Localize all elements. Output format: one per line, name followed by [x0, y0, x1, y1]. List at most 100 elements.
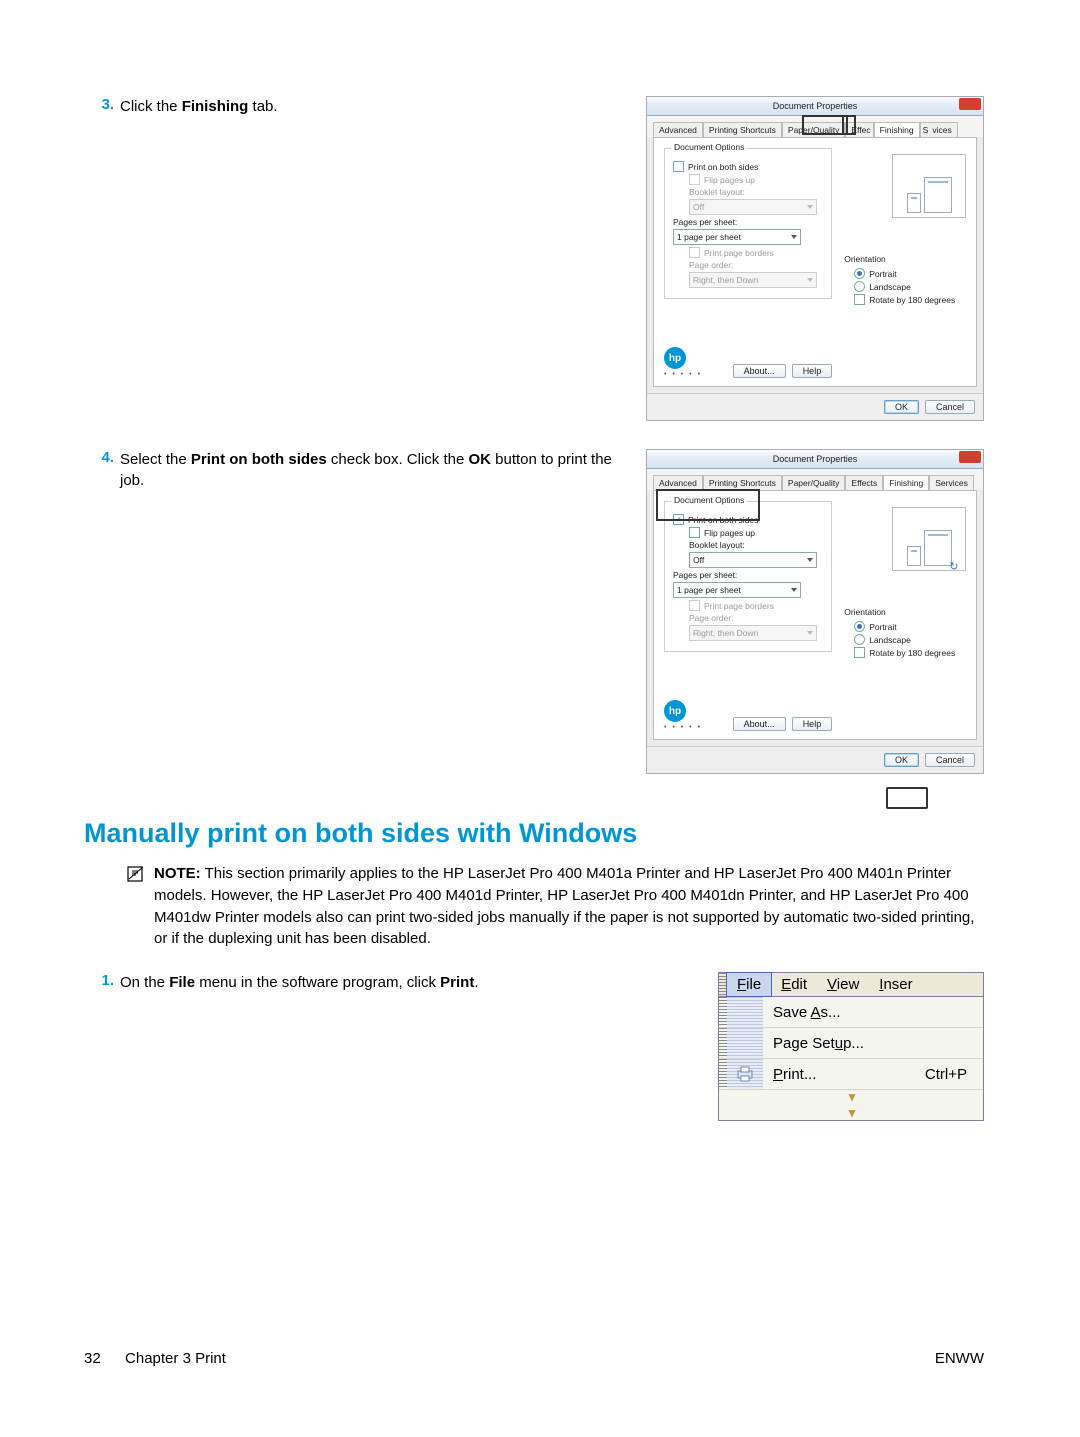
flip-pages-up-checkbox: Flip pages up [689, 174, 823, 185]
page-order-label: Page order: [689, 613, 823, 623]
menu-edit[interactable]: Edit [771, 973, 817, 996]
label: Flip pages up [704, 528, 755, 538]
booklet-layout-label: Booklet layout: [689, 540, 823, 550]
note-body: This section primarily applies to the HP… [154, 865, 974, 947]
t: Print [440, 974, 474, 991]
orientation-label: Orientation [844, 607, 966, 617]
chapter-label: Chapter 3 Print [125, 1350, 226, 1367]
tab-printing-shortcuts[interactable]: Printing Shortcuts [703, 475, 782, 490]
tab-paper-quality[interactable]: Paper/Quality [782, 475, 846, 490]
menu-item-save-as[interactable]: Save As... [719, 997, 983, 1028]
t: Click the [120, 98, 182, 115]
about-button[interactable]: About... [733, 717, 786, 731]
tab-services[interactable]: Services [929, 475, 974, 490]
cancel-button[interactable]: Cancel [925, 753, 975, 767]
landscape-radio[interactable]: Landscape [854, 281, 966, 292]
booklet-layout-combo: Off [689, 199, 817, 215]
chevron-down-icon: ▾▾ [849, 1089, 854, 1121]
screenshot-print-both-sides: Document Properties Advanced Printing Sh… [646, 449, 984, 774]
step-1: 1. On the File menu in the software prog… [84, 972, 984, 1121]
t: On the [120, 974, 169, 991]
label: Print page borders [704, 248, 774, 258]
print-page-borders-checkbox: Print page borders [689, 600, 823, 611]
grip-icon [719, 1059, 727, 1089]
document-properties-dialog: Document Properties Advanced Printing Sh… [646, 96, 984, 421]
menu-view[interactable]: View [817, 973, 869, 996]
note-block: NOTE: This section primarily applies to … [126, 863, 984, 950]
print-both-sides-checkbox[interactable]: Print on both sides [673, 514, 823, 525]
group-title: Document Options [671, 142, 747, 152]
label: Flip pages up [704, 175, 755, 185]
page-order-combo: Right, then Down [689, 625, 817, 641]
pages-per-sheet-combo[interactable]: 1 page per sheet [673, 229, 801, 245]
tab-effects[interactable]: Effec [845, 122, 873, 137]
dialog-body: Document Options Print on both sides Fli… [653, 137, 977, 387]
booklet-layout-label: Booklet layout: [689, 187, 823, 197]
callout-box [886, 787, 928, 809]
menu-insert[interactable]: Inser [869, 973, 922, 996]
label: Portrait [869, 622, 896, 632]
dialog-title: Document Properties [773, 101, 858, 111]
help-button[interactable]: Help [792, 364, 833, 378]
label: Rotate by 180 degrees [869, 648, 955, 658]
page-footer: 32 Chapter 3 Print ENWW [84, 1350, 984, 1367]
tab-finishing[interactable]: Finishing [874, 122, 920, 137]
page-order-label: Page order: [689, 260, 823, 270]
label: Print on both sides [688, 162, 758, 172]
label: Landscape [869, 282, 911, 292]
tab-printing-shortcuts[interactable]: Printing Shortcuts [703, 122, 782, 137]
hp-logo-icon: hp [664, 700, 686, 722]
menu-file[interactable]: File [726, 972, 772, 997]
pages-per-sheet-combo[interactable]: 1 page per sheet [673, 582, 801, 598]
rotate-180-checkbox[interactable]: Rotate by 180 degrees [854, 647, 966, 658]
print-both-sides-checkbox[interactable]: Print on both sides [673, 161, 823, 172]
footer-right: ENWW [935, 1350, 984, 1367]
hp-logo-icon: hp [664, 347, 686, 369]
t: Select the [120, 451, 191, 468]
close-icon[interactable] [959, 98, 981, 110]
tab-advanced[interactable]: Advanced [653, 475, 703, 490]
screenshot-file-menu: File Edit View Inser Save As... Page Set… [718, 972, 984, 1121]
step-number: 3. [84, 96, 120, 113]
page-number: 32 [84, 1350, 101, 1367]
portrait-radio[interactable]: Portrait [854, 621, 966, 632]
menu-item-page-setup[interactable]: Page Setup... [719, 1028, 983, 1059]
tab-paper-quality[interactable]: Paper/Quality [782, 122, 846, 137]
print-page-borders-checkbox: Print page borders [689, 247, 823, 258]
dialog-body: Document Options Print on both sides Fli… [653, 490, 977, 740]
about-button[interactable]: About... [733, 364, 786, 378]
t: Print on both sides [191, 451, 327, 468]
tab-advanced[interactable]: Advanced [653, 122, 703, 137]
dialog-tabs: Advanced Printing Shortcuts Paper/Qualit… [647, 116, 983, 137]
page-preview-icon [892, 507, 966, 571]
blank-icon [727, 1028, 763, 1058]
booklet-layout-combo[interactable]: Off [689, 552, 817, 568]
document-properties-dialog: Document Properties Advanced Printing Sh… [646, 449, 984, 774]
tab-finishing[interactable]: Finishing [883, 475, 929, 490]
close-icon[interactable] [959, 451, 981, 463]
cancel-button[interactable]: Cancel [925, 400, 975, 414]
help-button[interactable]: Help [792, 717, 833, 731]
ok-button[interactable]: OK [884, 753, 919, 767]
tab-services[interactable]: Svices [920, 122, 958, 137]
dialog-footer: OK Cancel [647, 746, 983, 773]
portrait-radio[interactable]: Portrait [854, 268, 966, 279]
menu-expand[interactable]: ▾▾ [719, 1090, 983, 1120]
landscape-radio[interactable]: Landscape [854, 634, 966, 645]
section-heading: Manually print on both sides with Window… [84, 818, 984, 849]
printer-icon [727, 1059, 763, 1089]
t: tab. [248, 98, 277, 115]
step-text: Select the Print on both sides check box… [120, 449, 646, 491]
label: Landscape [869, 635, 911, 645]
note-icon [126, 863, 146, 887]
file-dropdown: Save As... Page Setup... Print... Ctrl+P [719, 997, 983, 1120]
rotate-180-checkbox[interactable]: Rotate by 180 degrees [854, 294, 966, 305]
step-3: 3. Click the Finishing tab. Document Pro… [84, 96, 984, 421]
group-document-options: Document Options Print on both sides Fli… [664, 501, 832, 652]
menu-item-print[interactable]: Print... Ctrl+P [719, 1059, 983, 1090]
label: Rotate by 180 degrees [869, 295, 955, 305]
page-preview-icon [892, 154, 966, 218]
ok-button[interactable]: OK [884, 400, 919, 414]
tab-effects[interactable]: Effects [845, 475, 883, 490]
flip-pages-up-checkbox[interactable]: Flip pages up [689, 527, 823, 538]
